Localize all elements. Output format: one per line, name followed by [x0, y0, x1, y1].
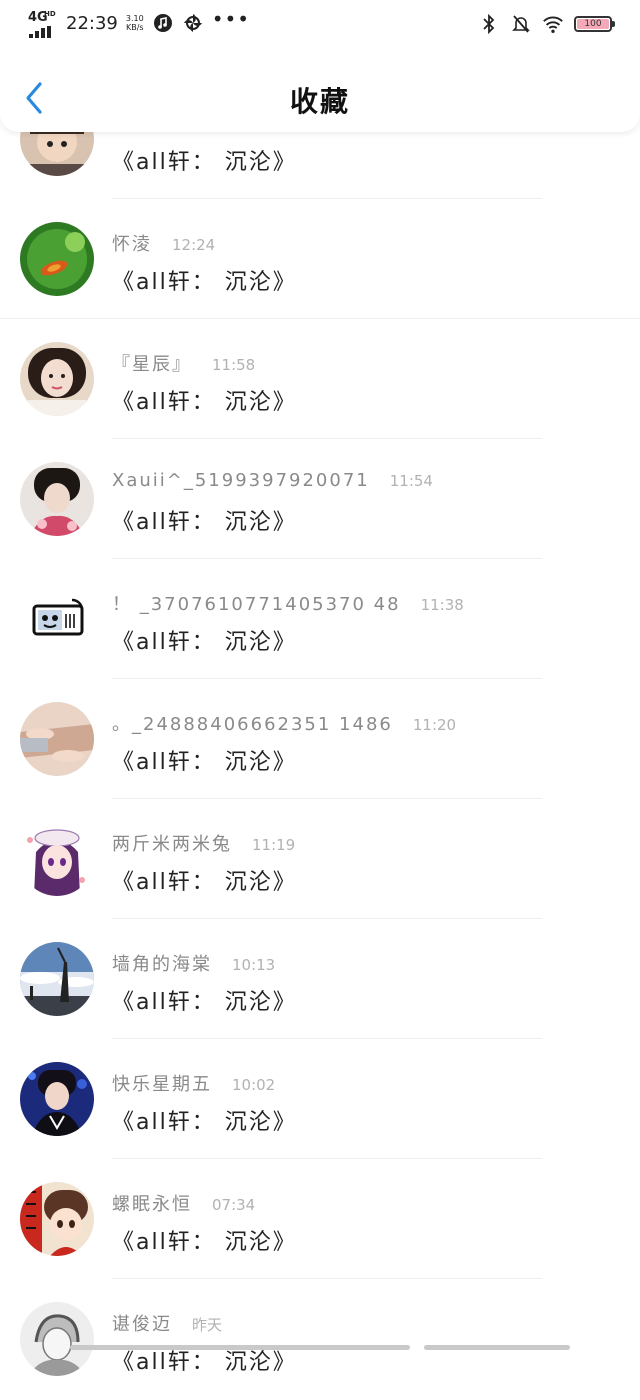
signal-icon: 4G HD	[28, 10, 56, 38]
favorite-title: 《all轩： 沉沦》	[112, 1110, 297, 1135]
list-item[interactable]: ！ _3707610771405370 48 11:38 《all轩： 沉沦》	[0, 560, 640, 680]
avatar	[20, 342, 94, 416]
list-item[interactable]: 两斤米两米兔 11:19 《all轩： 沉沦》	[0, 800, 640, 920]
timestamp: 11:58	[212, 356, 256, 374]
bluetooth-icon	[478, 13, 500, 35]
mute-bell-icon	[510, 13, 532, 35]
avatar	[20, 822, 94, 896]
list-item[interactable]: 快乐星期五 10:02 《all轩： 沉沦》	[0, 1040, 640, 1160]
pinwheel-app-icon	[182, 12, 204, 34]
favorite-title: 《all轩： 沉沦》	[112, 870, 297, 895]
sender-name: 。_24888406662351 1486	[112, 714, 393, 735]
favorite-title: 《all轩： 沉沦》	[112, 270, 297, 295]
list-item[interactable]: Xauii^_5199397920071 11:54 《all轩： 沉沦》	[0, 440, 640, 560]
sender-name: 谌俊迈	[112, 1314, 172, 1335]
list-item[interactable]: 墙角的海棠 10:13 《all轩： 沉沦》	[0, 920, 640, 1040]
page-title: 收藏	[289, 85, 350, 118]
avatar	[20, 1182, 94, 1256]
wifi-icon	[542, 13, 564, 35]
avatar	[20, 222, 94, 296]
sender-name: 螺眠永恒	[112, 1194, 192, 1215]
network-speed: 3.10 KB/s	[125, 14, 144, 32]
avatar	[20, 582, 94, 656]
timestamp: 10:13	[232, 956, 276, 974]
timestamp: 11:19	[252, 836, 296, 854]
avatar	[20, 1062, 94, 1136]
sender-name: 怀淩	[112, 234, 152, 255]
music-notification-icon	[152, 12, 174, 34]
timestamp: 12:24	[172, 236, 216, 254]
timestamp: 11:20	[412, 716, 457, 734]
list-item[interactable]: 怀淩 12:24 《all轩： 沉沦》	[0, 200, 640, 320]
favorite-title: 《all轩： 沉沦》	[112, 990, 297, 1015]
timestamp: 10:02	[232, 1076, 276, 1094]
list-item[interactable]: 『星辰』 11:58 《all轩： 沉沦》	[0, 320, 640, 440]
favorite-title: 《all轩： 沉沦》	[112, 390, 297, 415]
sender-name: 两斤米两米兔	[112, 834, 232, 855]
timestamp: 昨天	[192, 1316, 223, 1334]
avatar	[20, 1302, 94, 1376]
favorite-title: 《all轩： 沉沦》	[112, 1230, 297, 1255]
timestamp: 07:34	[212, 1196, 256, 1214]
avatar	[20, 702, 94, 776]
sender-name: 『星辰』	[112, 354, 192, 375]
status-bar: 4G HD 22:39 3.10 KB/s ••• 100	[0, 0, 640, 50]
clock: 22:39	[66, 12, 118, 34]
avatar	[20, 942, 94, 1016]
timestamp: 11:38	[420, 596, 464, 614]
favorite-title: 《all轩： 沉沦》	[112, 510, 297, 535]
more-notifications-icon: •••	[211, 7, 251, 31]
header-bar: 收藏	[0, 50, 640, 132]
favorite-title: 《all轩： 沉沦》	[112, 750, 297, 775]
list-item[interactable]: 。_24888406662351 1486 11:20 《all轩： 沉沦》	[0, 680, 640, 800]
sender-name: ！ _3707610771405370 48	[112, 594, 401, 615]
list-item[interactable]: 螺眠永恒 07:34 《all轩： 沉沦》	[0, 1160, 640, 1280]
sender-name: 快乐星期五	[112, 1074, 212, 1095]
avatar	[20, 462, 94, 536]
sender-name: Xauii^_5199397920071	[112, 470, 370, 491]
favorite-title: 《all轩： 沉沦》	[112, 630, 297, 655]
list-item[interactable]: 谌俊迈 昨天 《all轩： 沉沦》	[0, 1280, 640, 1400]
timestamp: 11:54	[389, 472, 433, 490]
battery-icon: 100	[574, 16, 615, 32]
sender-name: 墙角的海棠	[112, 954, 212, 975]
scroll-indicator	[70, 1345, 570, 1351]
